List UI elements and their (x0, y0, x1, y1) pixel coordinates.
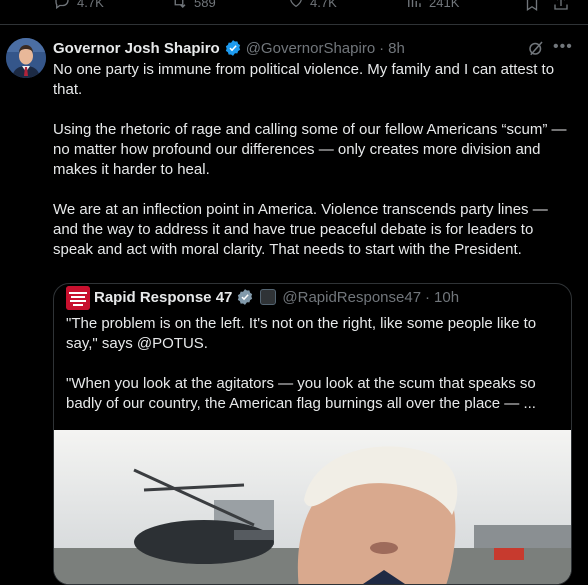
previous-tweet-action-bar: 4.7K 589 4.7K 241K (0, 0, 588, 22)
like-button[interactable]: 4.7K (288, 0, 337, 13)
like-count: 4.7K (310, 0, 337, 10)
quoted-tweet-header: Rapid Response 47 @RapidResponse47 · 10h (94, 288, 459, 306)
quoted-tweet-paragraph: "When you look at the agitators — you lo… (66, 375, 536, 412)
quoted-tweet-body: "The problem is on the left. It's not on… (66, 314, 561, 434)
repost-button[interactable]: 589 (170, 0, 216, 13)
bookmark-icon (523, 0, 541, 15)
avatar[interactable] (6, 38, 46, 78)
tweet-header: Governor Josh Shapiro @GovernorShapiro ·… (53, 38, 405, 58)
quoted-author-handle[interactable]: @RapidResponse47 (282, 289, 421, 306)
quoted-avatar[interactable] (66, 286, 90, 310)
tweet-divider (0, 24, 588, 25)
views-icon (405, 0, 423, 13)
reply-count: 4.7K (77, 0, 104, 10)
quoted-tweet-timestamp[interactable]: 10h (434, 289, 459, 306)
tweet-paragraph: No one party is immune from political vi… (53, 61, 555, 98)
bookmark-button[interactable] (523, 0, 541, 15)
quoted-author-name[interactable]: Rapid Response 47 (94, 289, 232, 306)
views-button[interactable]: 241K (405, 0, 459, 13)
reply-button[interactable]: 4.7K (53, 0, 104, 13)
repost-count: 589 (194, 0, 216, 10)
share-icon (552, 0, 570, 15)
tweet-body: No one party is immune from political vi… (53, 60, 573, 280)
more-icon[interactable]: ••• (553, 38, 573, 56)
author-handle[interactable]: @GovernorShapiro (246, 40, 375, 57)
tweet-timestamp[interactable]: 8h (388, 40, 405, 57)
reply-icon (53, 0, 71, 13)
tweet-paragraph: Using the rhetoric of rage and calling s… (53, 121, 567, 178)
header-separator: · (425, 288, 431, 306)
header-separator: · (379, 39, 385, 57)
verified-badge-icon[interactable] (224, 39, 242, 57)
repost-icon (170, 0, 188, 13)
grok-icon[interactable] (527, 39, 545, 57)
heart-icon (288, 0, 304, 13)
share-button[interactable] (552, 0, 570, 15)
quoted-tweet-paragraph: "The problem is on the left. It's not on… (66, 315, 537, 352)
verified-badge-icon[interactable] (236, 288, 254, 306)
views-count: 241K (429, 0, 460, 10)
quoted-tweet-card[interactable]: Rapid Response 47 @RapidResponse47 · 10h… (53, 283, 572, 585)
author-name[interactable]: Governor Josh Shapiro (53, 40, 220, 57)
tweet-paragraph: We are at an inflection point in America… (53, 201, 548, 258)
government-affiliate-badge-icon[interactable] (260, 289, 277, 305)
